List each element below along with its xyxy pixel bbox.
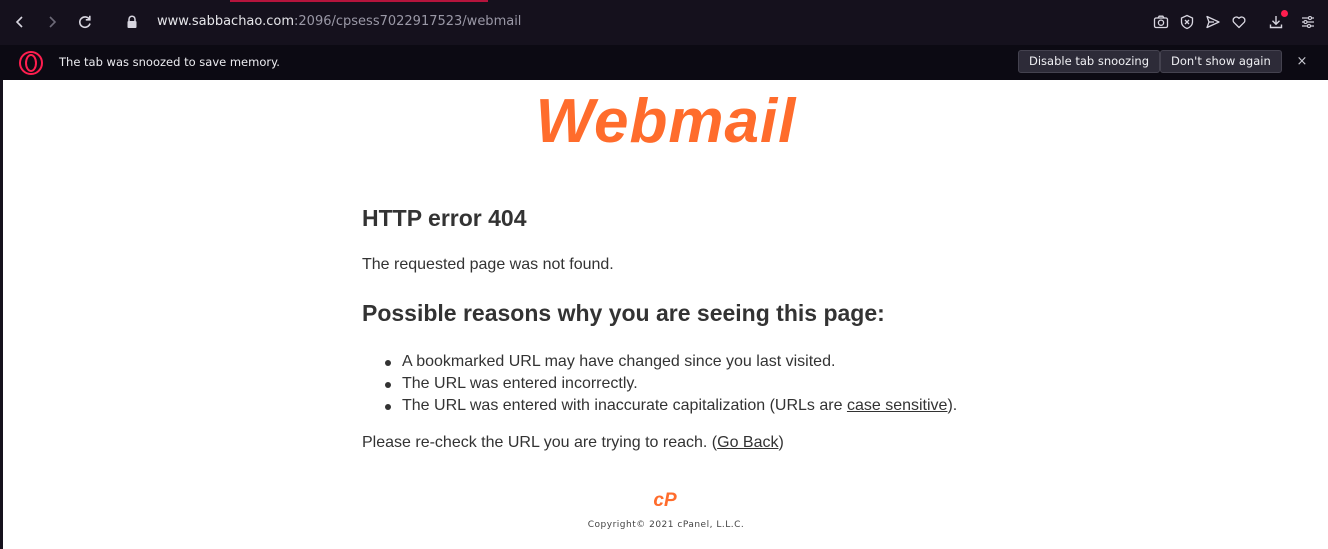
list-item: A bookmarked URL may have changed since … [362,351,957,373]
shield-icon [1180,14,1194,30]
list-item: The URL was entered incorrectly. [362,373,957,395]
back-button[interactable] [10,12,30,32]
snooze-message: The tab was snoozed to save memory. [59,55,280,69]
list-item: The URL was entered with inaccurate capi… [362,395,957,417]
easy-setup-button[interactable] [1298,12,1318,32]
heart-icon [1232,16,1246,29]
address-bar[interactable]: www.sabbachao.com:2096/cpsess7022917523/… [157,13,521,31]
bookmark-button[interactable] [1229,12,1249,32]
download-badge [1281,10,1288,17]
share-button[interactable] [1203,12,1223,32]
browser-toolbar: www.sabbachao.com:2096/cpsess7022917523/… [0,0,1328,45]
reasons-list: A bookmarked URL may have changed since … [362,351,957,417]
recheck-prefix: Please re-check the URL you are trying t… [362,434,718,451]
lock-icon [127,15,137,28]
close-icon[interactable]: × [1295,55,1309,69]
disable-tab-snoozing-button[interactable]: Disable tab snoozing [1018,50,1160,73]
adblock-button[interactable] [1177,12,1197,32]
error-message: The requested page was not found. [362,256,614,273]
menu-icon [1302,15,1314,29]
url-path: :2096/cpsess7022917523/webmail [294,14,522,29]
reason-prefix: The URL was entered with inaccurate capi… [402,397,847,414]
cpanel-logo: cP [653,490,677,509]
send-icon [1206,15,1220,29]
active-tab-indicator [230,0,488,2]
snooze-notification-bar: The tab was snoozed to save memory. Disa… [0,45,1328,80]
back-icon [15,16,23,28]
recheck-message: Please re-check the URL you are trying t… [362,434,784,452]
forward-icon [49,16,57,28]
go-back-link[interactable]: Go Back [717,434,778,451]
copyright-text: Copyright© 2021 cPanel, L.L.C. [587,520,745,530]
recheck-suffix: ) [778,434,784,451]
reasons-title: Possible reasons why you are seeing this… [362,300,885,326]
case-sensitive-link[interactable]: case sensitive [847,397,948,414]
url-host: www.sabbachao.com [157,14,295,29]
camera-icon [1153,15,1169,29]
reload-icon [79,15,91,29]
forward-button[interactable] [42,12,62,32]
reason-suffix: ). [947,397,958,414]
site-info-button[interactable] [122,12,142,32]
logo-text: Webmail [536,90,798,152]
cpanel-logo-text: cP [653,490,677,509]
webmail-logo: Webmail [536,90,798,152]
reload-button[interactable] [75,12,95,32]
snapshot-button[interactable] [1151,12,1171,32]
window-border [0,80,3,549]
dont-show-again-button[interactable]: Don't show again [1160,50,1282,73]
opera-logo-icon [19,51,43,75]
error-title: HTTP error 404 [362,205,527,231]
